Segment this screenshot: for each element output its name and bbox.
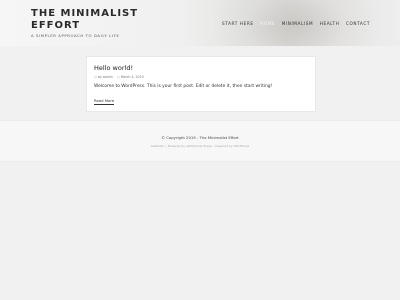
site-title[interactable]: THE MINIMALIST EFFORT (31, 8, 151, 32)
footer-credits[interactable]: Aesthetic | Powered by ashthemes Press..… (0, 144, 400, 148)
calendar-icon: □ (116, 75, 120, 79)
post-meta: ○by admin □March 4, 2019 (94, 75, 144, 79)
read-more-link[interactable]: Read More (94, 98, 115, 105)
post-excerpt: Welcome to WordPress. This is your first… (94, 84, 273, 89)
post-title[interactable]: Hello world! (94, 64, 133, 72)
nav-item-minimalism[interactable]: MINIMALISM (282, 21, 314, 26)
main-navigation: START HERE HOME MINIMALISM HEALTH CONTAC… (222, 21, 370, 26)
nav-item-start-here[interactable]: START HERE (222, 21, 254, 26)
post-date[interactable]: March 4, 2019 (121, 75, 144, 79)
nav-item-home[interactable]: HOME (260, 21, 275, 26)
post-author[interactable]: by admin (98, 75, 113, 79)
user-icon: ○ (94, 75, 97, 79)
nav-item-health[interactable]: HEALTH (320, 21, 340, 26)
site-tagline: A SIMPLER APPROACH TO DAILY LIFE (31, 33, 120, 38)
footer-copyright: © Copyright 2019 - The Minimalist Effort (161, 135, 239, 140)
site-header: THE MINIMALIST EFFORT A SIMPLER APPROACH… (0, 0, 400, 46)
nav-item-contact[interactable]: CONTACT (346, 21, 370, 26)
site-footer: © Copyright 2019 - The Minimalist Effort… (0, 120, 400, 162)
post-card: Hello world! ○by admin □March 4, 2019 Wel… (86, 56, 316, 112)
